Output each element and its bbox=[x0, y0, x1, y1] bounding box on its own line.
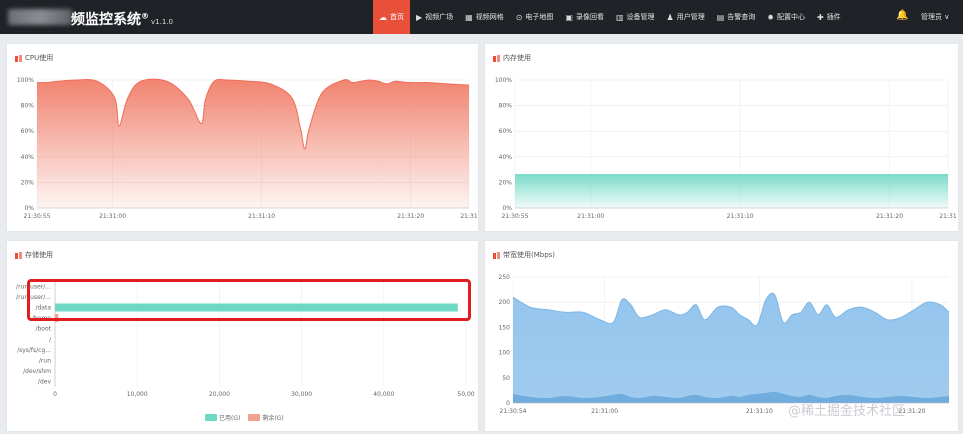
nav-item-label: 告警查询 bbox=[727, 13, 756, 21]
nav-item-label: 视频网格 bbox=[475, 13, 504, 21]
nav-item-3[interactable]: ⊙ 电子地图 bbox=[510, 0, 560, 34]
series-area bbox=[513, 293, 949, 403]
y-tick-label: 0% bbox=[502, 205, 512, 212]
storage-legend: 已用(G) 剩余(G) bbox=[197, 413, 284, 422]
x-tick-label: 50,00 bbox=[457, 391, 474, 398]
device-icon: ▥ bbox=[615, 12, 624, 22]
nav-item-4[interactable]: ▣ 录像回看 bbox=[559, 0, 610, 34]
x-tick-label: 21:31 bbox=[939, 213, 956, 220]
bell-icon[interactable]: 🔔 bbox=[896, 10, 908, 21]
x-tick-label: 21:31:10 bbox=[727, 213, 754, 220]
x-tick-label: 20,000 bbox=[209, 391, 230, 398]
x-tick-label: 21:31:20 bbox=[397, 213, 424, 220]
red-highlight-annotation bbox=[27, 279, 471, 321]
app-version: v1.1.0 bbox=[151, 18, 173, 26]
y-tick-label: 100% bbox=[495, 77, 512, 84]
map-pin-icon: ⊙ bbox=[515, 12, 523, 22]
y-tick-label: 80% bbox=[499, 103, 513, 110]
nav-item-label: 电子地图 bbox=[525, 13, 554, 21]
y-tick-label: 60% bbox=[499, 128, 513, 135]
nav-item-label: 录像回看 bbox=[575, 13, 604, 21]
series-area bbox=[37, 79, 469, 208]
y-category-label: /boot bbox=[35, 326, 51, 333]
x-tick-label: 21:30:54 bbox=[500, 408, 527, 415]
main-nav: ☁ 首页 ▶ 视频广场 ▦ 视频网格 ⊙ 电子地图 ▣ 录像回看 ▥ 设备管理 ♟ 用户管理 ▤ 告警查询 ✹ 配… bbox=[373, 0, 847, 34]
x-tick-label: 21:31:20 bbox=[876, 213, 903, 220]
memory-panel: 内存使用 0% 20% 40% 60% 80% 100% 21:30:55 21:31:00 2… bbox=[484, 43, 959, 232]
y-tick-label: 20% bbox=[21, 179, 35, 186]
cpu-chart: 0% 20% 40% 60% 80% 100% 21:30:55 21:31:00 21:31:… bbox=[17, 77, 478, 220]
nav-item-6[interactable]: ♟ 用户管理 bbox=[661, 0, 711, 34]
legend-swatch-free[interactable] bbox=[248, 414, 261, 421]
grid-icon: ▦ bbox=[465, 12, 473, 22]
top-navbar: 频监控系统®v1.1.0 ☁ 首页 ▶ 视频广场 ▦ 视频网格 ⊙ 电子地图 ▣ 录像回看 ▥ 设备管… bbox=[0, 0, 963, 34]
gear-icon: ✹ bbox=[767, 12, 774, 22]
x-tick-label: 10,000 bbox=[127, 391, 148, 398]
x-tick-label: 30,000 bbox=[291, 391, 312, 398]
x-tick-label: 21:31:00 bbox=[577, 213, 604, 220]
series-area bbox=[515, 174, 948, 208]
x-tick-label: 21:31:10 bbox=[248, 213, 275, 220]
x-tick-label: 21:31:00 bbox=[99, 213, 126, 220]
watermark: @稀土掘金技术社区 bbox=[788, 404, 906, 419]
nav-item-label: 插件 bbox=[826, 13, 841, 21]
puzzle-icon: ✚ bbox=[816, 12, 824, 22]
y-tick-label: 40% bbox=[21, 154, 35, 161]
y-tick-label: 20% bbox=[499, 179, 513, 186]
y-tick-label: 40% bbox=[499, 154, 513, 161]
nav-item-label: 配置中心 bbox=[776, 13, 805, 21]
x-tick-label: 0 bbox=[53, 391, 57, 398]
nav-item-label: 首页 bbox=[390, 13, 404, 21]
storage-panel: 存储使用 0 10,000 20,000 30,000 40,000 50,00/run/… bbox=[6, 240, 479, 432]
y-category-label: / bbox=[49, 336, 52, 343]
y-tick-label: 100% bbox=[17, 77, 34, 84]
x-tick-label: 21:31:00 bbox=[591, 408, 618, 415]
brand-logo-blurred bbox=[8, 9, 72, 25]
cloud-icon: ☁ bbox=[379, 12, 387, 22]
nav-item-1[interactable]: ▶ 视频广场 bbox=[410, 0, 459, 34]
nav-item-label: 设备管理 bbox=[626, 13, 655, 21]
user-menu[interactable]: 管理员 ∨ bbox=[921, 12, 949, 22]
nav-item-9[interactable]: ✚ 插件 bbox=[811, 0, 847, 34]
y-tick-label: 0% bbox=[24, 205, 34, 212]
y-tick-label: 100 bbox=[499, 350, 511, 357]
legend-label-free[interactable]: 剩余(G) bbox=[262, 413, 283, 422]
storage-chart: 0 10,000 20,000 30,000 40,000 50,00/run/user/… bbox=[16, 281, 475, 398]
memory-chart: 0% 20% 40% 60% 80% 100% 21:30:55 21:31:00 21:31:… bbox=[495, 77, 957, 220]
y-category-label: /dev bbox=[38, 379, 52, 386]
play-icon: ▶ bbox=[416, 12, 423, 22]
y-tick-label: 200 bbox=[499, 299, 511, 306]
nav-item-2[interactable]: ▦ 视频网格 bbox=[459, 0, 510, 34]
x-tick-label: 40,000 bbox=[373, 391, 394, 398]
cpu-panel: CPU使用 0% 20% 40% 60% 80% 100% 21:30:55 21:31:00… bbox=[6, 43, 479, 232]
x-tick-label: 21:30:55 bbox=[24, 213, 51, 220]
x-tick-label: 21:30:55 bbox=[502, 213, 529, 220]
nav-item-7[interactable]: ▤ 告警查询 bbox=[711, 0, 762, 34]
y-category-label: /dev/shm bbox=[23, 368, 51, 375]
camera-icon: ▣ bbox=[565, 12, 573, 22]
app-title: 频监控系统®v1.1.0 bbox=[71, 11, 173, 28]
y-category-label: /sys/fs/cg... bbox=[17, 347, 51, 354]
user-icon: ♟ bbox=[666, 12, 674, 22]
y-tick-label: 50 bbox=[502, 375, 510, 382]
nav-item-8[interactable]: ✹ 配置中心 bbox=[761, 0, 811, 34]
legend-swatch-used[interactable] bbox=[205, 414, 217, 421]
y-tick-label: 0 bbox=[506, 400, 510, 407]
y-tick-label: 150 bbox=[499, 324, 511, 331]
y-tick-label: 80% bbox=[21, 103, 35, 110]
alarm-icon: ▤ bbox=[716, 12, 725, 22]
nav-item-label: 用户管理 bbox=[676, 13, 705, 21]
x-tick-label: 21:31:10 bbox=[746, 408, 773, 415]
x-tick-label: 21:31 bbox=[460, 213, 477, 220]
y-category-label: /run bbox=[39, 358, 51, 365]
nav-item-label: 视频广场 bbox=[425, 13, 454, 21]
nav-item-5[interactable]: ▥ 设备管理 bbox=[610, 0, 661, 34]
legend-label-used[interactable]: 已用(G) bbox=[219, 413, 240, 422]
nav-item-0[interactable]: ☁ 首页 bbox=[373, 0, 410, 34]
y-tick-label: 60% bbox=[21, 128, 35, 135]
y-tick-label: 250 bbox=[499, 274, 511, 281]
